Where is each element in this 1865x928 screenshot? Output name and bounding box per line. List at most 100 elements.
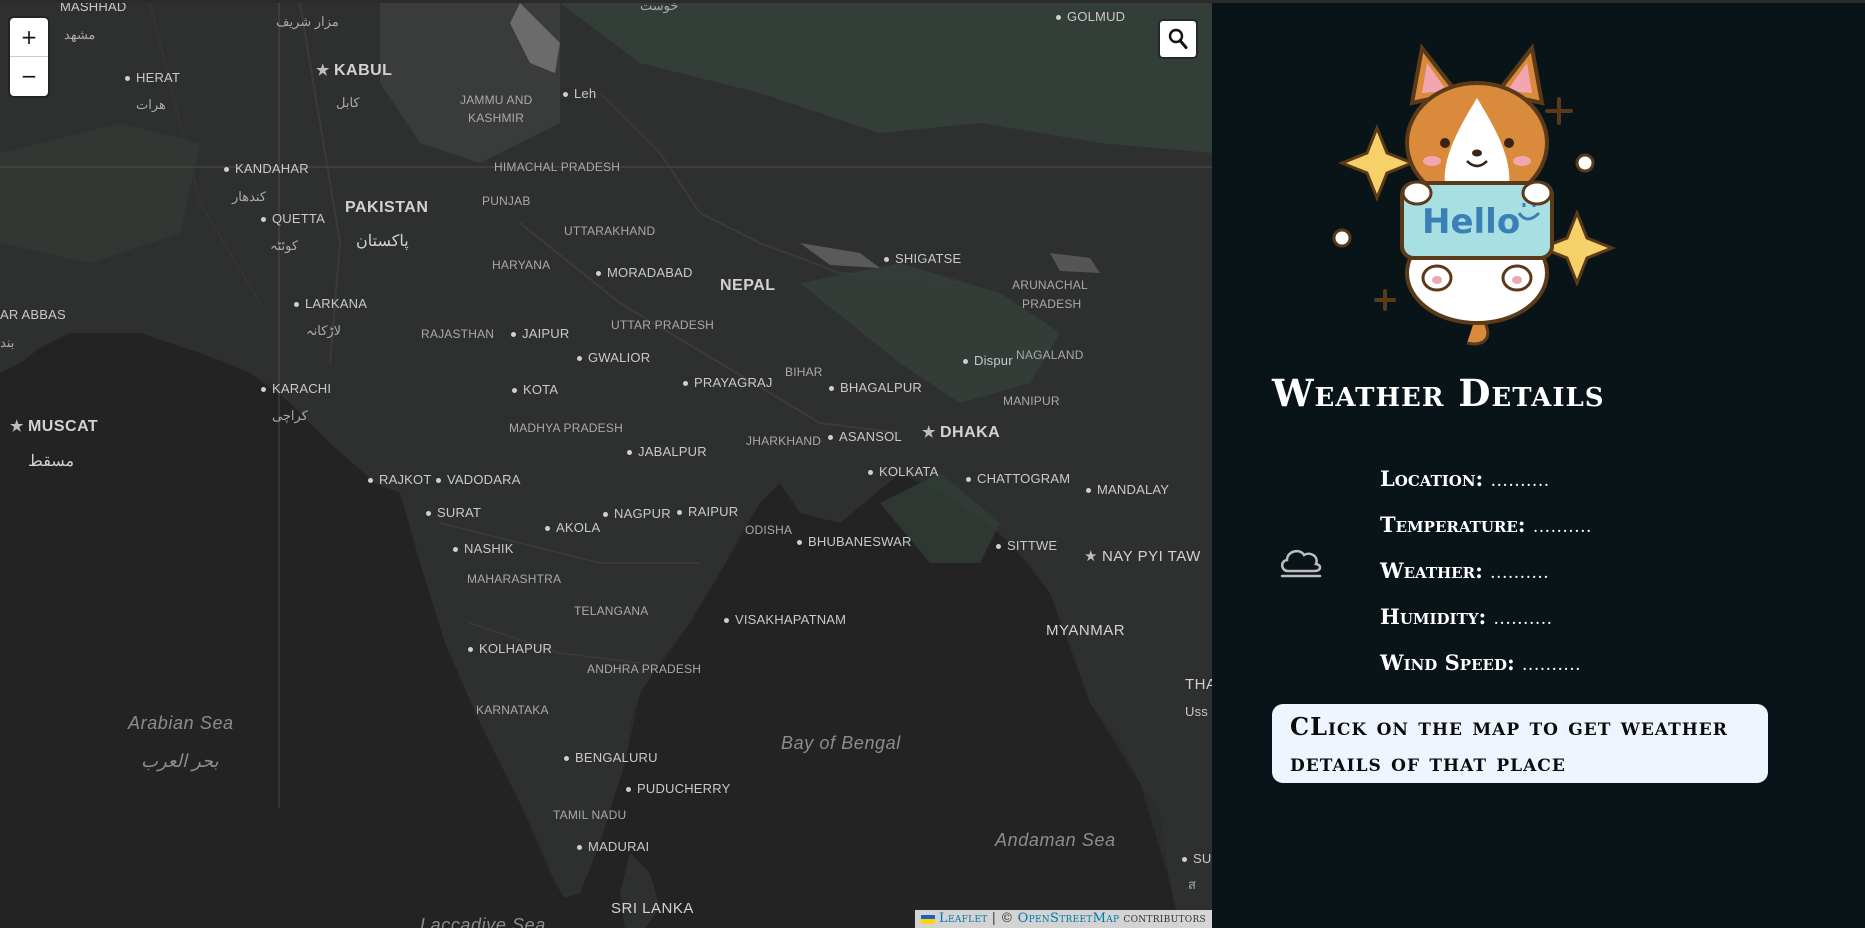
temperature-value: .......... [1532,517,1592,537]
map-label-uttarakhand: UTTARAKHAND [564,224,656,238]
map-label-rajkot: RAJKOT [368,472,431,487]
humidity-label: Humidity: [1380,604,1487,629]
map-label-bay-of-bengal: Bay of Bengal [781,733,901,753]
map-label-kota: KOTA [512,382,558,397]
zoom-out-button[interactable]: − [10,57,48,95]
map-label-raipur: RAIPUR [677,504,738,519]
map-label-muscat-ar: مسقط [28,453,75,470]
map-label-vadodara: VADODARA [436,472,521,487]
map-label-arunachal: ARUNACHAL [1012,278,1088,292]
map-label-golmud: GOLMUD [1056,9,1125,24]
leaflet-link[interactable]: Leaflet [939,910,988,928]
map-label-larkana: LARKANA [294,296,367,311]
map-label-laccadive-sea: Laccadive Sea [420,915,546,928]
map-label-karnataka: KARNATAKA [476,703,549,717]
map-label-bengaluru: BENGALURU [564,750,658,765]
map-search-button[interactable] [1160,21,1196,57]
map-label-telangana: TELANGANA [574,604,649,618]
location-value: .......... [1490,471,1550,491]
map-click-hint: CLick on the map to get weather details … [1272,704,1768,783]
wind-speed-row: Wind Speed: .......... [1380,640,1592,686]
map-label-andhra-pradesh: ANDHRA PRADESH [587,662,702,676]
map-label-himachal: HIMACHAL PRADESH [494,160,621,174]
map-label-sur: SUR [1182,851,1212,866]
map-label-uttar-pradesh: UTTAR PRADESH [611,318,715,332]
map-label-sri-lanka: SRI LANKA [611,900,694,917]
map-label-maharashtra: MAHARASHTRA [467,572,562,586]
wind-speed-label: Wind Speed: [1380,650,1515,675]
temperature-row: Temperature: .......... [1380,502,1592,548]
map-label-khost: خوست [640,3,679,13]
panel-title: Weather Details [1272,371,1605,415]
map-label-karachi-ar: کراچی [272,408,308,423]
map-label-mandalay: MANDALAY [1086,482,1169,497]
map-label-nashik: NASHIK [453,541,514,556]
map-label-andaman-sea: Andaman Sea [995,830,1116,850]
map-label-herat: HERAT [125,70,180,85]
map-label-bandar-abbas: AR ABBAS [0,307,66,322]
map-label-bandar-ar: بند [0,335,15,350]
map-label-dispur: Dispur [963,353,1013,368]
map-label-asansol: ASANSOL [828,429,902,444]
temperature-label: Temperature: [1380,512,1526,537]
map-label-uss: Uss [1185,704,1208,719]
attribution-separator: | [991,911,997,926]
map-label-bhubaneswar: BHUBANESWAR [797,534,912,549]
map-label-surat: SURAT [426,505,481,520]
map-label-mashhad: MASHHAD [60,3,127,14]
map-label-muscat: MUSCAT [10,417,98,436]
map[interactable]: MASHHAD مشهد مزار شریف خوست GOLMUD KABUL… [0,3,1212,928]
map-label-arabian-sea-ar: بحر العرب [141,751,219,771]
map-label-arabian-sea: Arabian Sea [128,713,234,733]
zoom-control: + − [10,18,48,96]
map-label-akola: AKOLA [545,520,600,535]
map-label-gwalior: GWALIOR [577,350,650,365]
map-label-prayagraj: PRAYAGRAJ [683,375,773,390]
map-label-dhaka: DHAKA [922,423,1000,442]
map-label-moradabad: MORADABAD [596,265,693,280]
map-base-layer [0,3,1212,928]
map-label-nay-pyi-taw: NAY PYI TAW [1084,547,1201,565]
map-label-kandahar-ar: کندهار [232,189,267,204]
map-label-madhya-pradesh: MADHYA PRADESH [509,421,623,435]
map-label-puducherry: PUDUCHERRY [626,781,731,796]
map-label-bihar: BIHAR [785,365,823,379]
map-label-haryana: HARYANA [492,258,551,272]
map-label-nagaland: NAGALAND [1016,348,1084,362]
map-label-visakhapatnam: VISAKHAPATNAM [724,612,846,627]
map-label-nagpur: NAGPUR [603,506,671,521]
map-label-kolhapur: KOLHAPUR [468,641,552,656]
map-label-nepal: NEPAL [720,277,776,294]
weather-value: .......... [1490,563,1550,583]
map-label-mashhad-ar: مشهد [64,27,96,42]
map-label-kabul: KABUL [316,61,392,80]
location-row: Location: .......... [1380,456,1592,502]
ukraine-flag-icon [921,914,936,924]
map-label-quetta: QUETTA [261,211,325,226]
map-label-jammu: JAMMU AND [460,93,533,107]
map-label-chattogram: CHATTOGRAM [966,471,1070,486]
weather-details-list: Location: .......... Temperature: ......… [1380,456,1592,686]
humidity-row: Humidity: .......... [1380,594,1592,640]
map-label-sittwe: SITTWE [996,538,1057,553]
attribution-suffix: contributors [1123,911,1206,926]
weather-panel: Hello Weather Details Location: ........… [1212,3,1865,928]
map-label-tha: THA [1185,676,1212,693]
map-label-jaipur: JAIPUR [511,326,569,341]
mascot-sign-text: Hello [1422,202,1520,242]
map-label-kolkata: KOLKATA [868,464,938,479]
map-label-sur-ar: ส [1188,877,1197,892]
map-label-rajasthan: RAJASTHAN [421,327,495,341]
map-label-arunachal-pradesh: PRADESH [1022,297,1082,311]
openstreetmap-link[interactable]: OpenStreetMap [1018,910,1120,928]
map-label-pakistan: PAKISTAN [345,199,429,216]
map-label-quetta-ar: کوئٹہ [270,238,299,253]
cloud-icon [1280,549,1322,578]
weather-label: Weather: [1380,558,1483,583]
map-label-tamil-nadu: TAMIL NADU [553,808,627,822]
map-label-herat-ar: هرات [136,97,166,112]
map-label-kabul-ar: کابل [336,95,360,110]
humidity-value: .......... [1493,609,1553,629]
zoom-in-button[interactable]: + [10,18,48,57]
copyright-symbol: © [1000,911,1014,926]
